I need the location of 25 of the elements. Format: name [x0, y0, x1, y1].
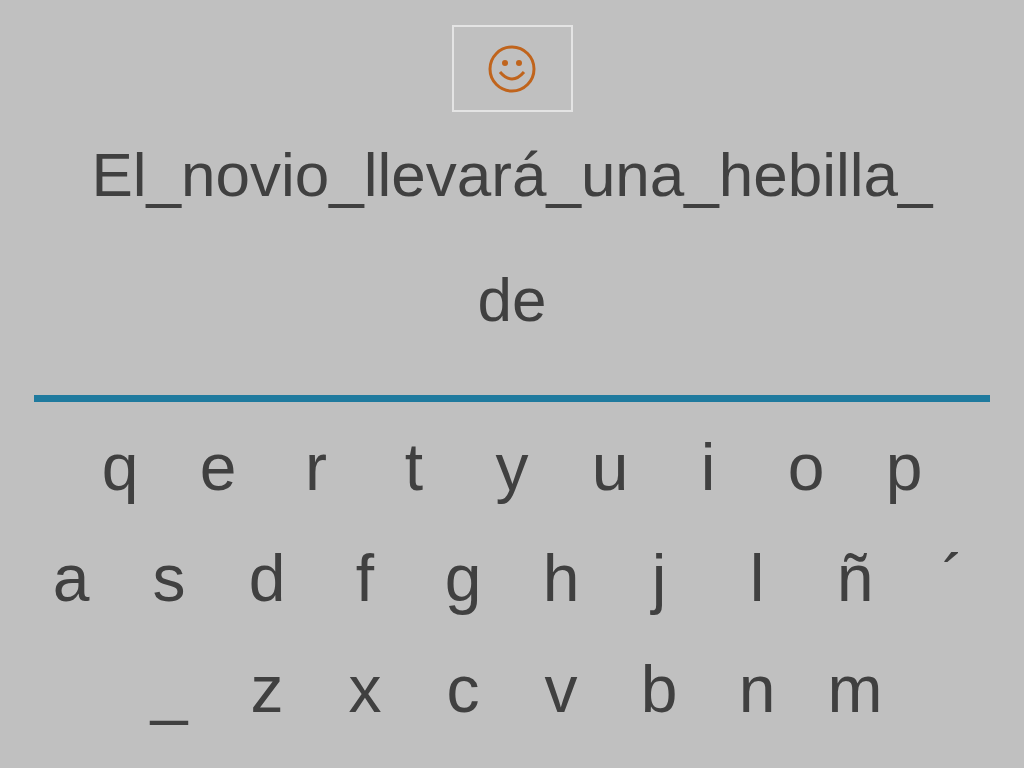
- letter-key[interactable]: ´: [904, 544, 1002, 611]
- sentence-line: de: [477, 264, 547, 336]
- letter-key[interactable]: r: [267, 433, 365, 500]
- letter-key[interactable]: o: [757, 433, 855, 500]
- letter-key[interactable]: b: [610, 655, 708, 722]
- letter-key[interactable]: c: [414, 655, 512, 722]
- letter-key[interactable]: i: [659, 433, 757, 500]
- letter-key[interactable]: d: [218, 544, 316, 611]
- letter-key[interactable]: z: [218, 655, 316, 722]
- letter-key[interactable]: x: [316, 655, 414, 722]
- smiley-icon: [487, 43, 537, 94]
- letter-key[interactable]: s: [120, 544, 218, 611]
- sentence-line: El_novio_llevará_una_hebilla_: [91, 139, 933, 211]
- letter-key[interactable]: a: [22, 544, 120, 611]
- letter-key[interactable]: h: [512, 544, 610, 611]
- letter-key[interactable]: l: [708, 544, 806, 611]
- letter-key[interactable]: m: [806, 655, 904, 722]
- letter-key[interactable]: n: [708, 655, 806, 722]
- letter-key[interactable]: u: [561, 433, 659, 500]
- letter-key[interactable]: v: [512, 655, 610, 722]
- letter-key[interactable]: t: [365, 433, 463, 500]
- smiley-button[interactable]: [451, 25, 573, 112]
- letter-key[interactable]: e: [169, 433, 267, 500]
- letter-key[interactable]: f: [316, 544, 414, 611]
- letter-key[interactable]: ñ: [806, 544, 904, 611]
